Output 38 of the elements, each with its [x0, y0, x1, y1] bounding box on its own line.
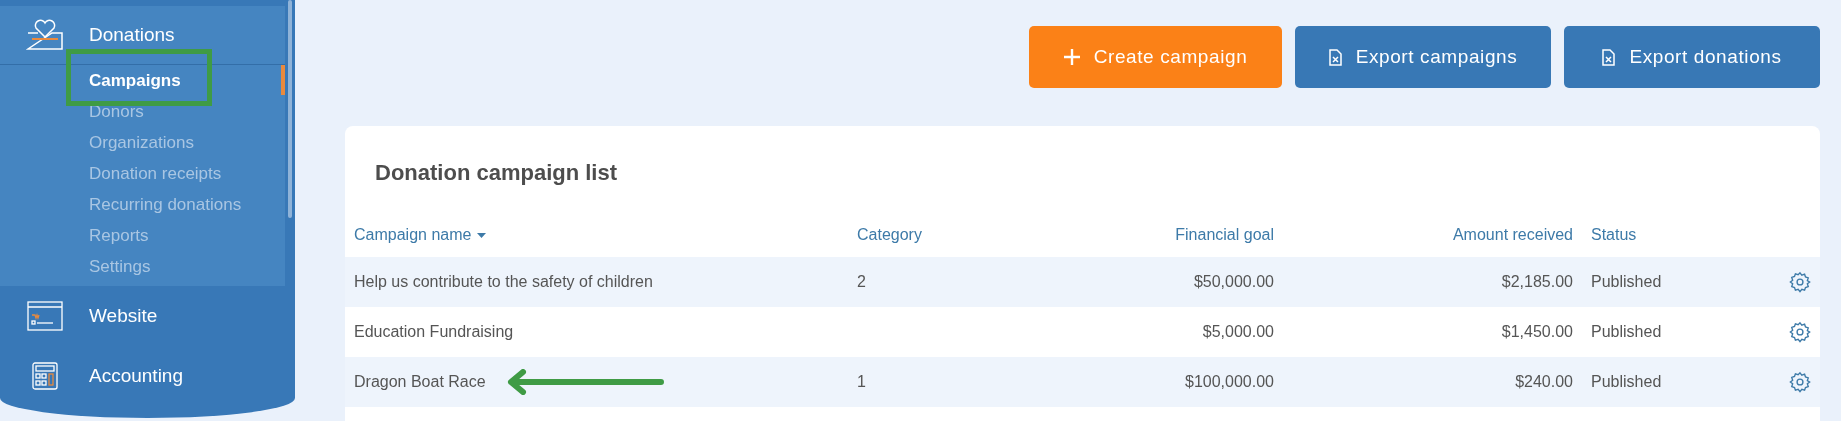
table-cell: $50,000.00 [1193, 273, 1274, 291]
sidebar-item[interactable]: Campaigns [89, 65, 181, 96]
settings-icon[interactable] [1789, 371, 1811, 393]
sidebar-section[interactable]: Website [89, 305, 158, 327]
table-cell: 1 [857, 373, 866, 391]
heart-box-icon [25, 19, 64, 51]
column-header[interactable]: Campaign name [354, 226, 487, 244]
table-title: Donation campaign list [374, 158, 619, 187]
column-header[interactable]: Financial goal [1175, 226, 1274, 244]
table-cell: $2,185.00 [1501, 273, 1573, 291]
column-header[interactable]: Amount received [1452, 226, 1573, 244]
export-button[interactable]: Export campaigns [1295, 26, 1551, 88]
table-cell: Help us contribute to the safety of children [354, 273, 653, 291]
sidebar-section[interactable]: Donations [89, 24, 175, 46]
table-cell: $100,000.00 [1185, 373, 1274, 391]
column-header[interactable]: Status [1591, 226, 1637, 244]
sort-caret-icon [477, 232, 487, 238]
column-header[interactable]: Category [857, 226, 922, 244]
spreadsheet-file-icon [1602, 48, 1616, 66]
sidebar-section[interactable]: Accounting [89, 365, 183, 387]
table-cell: Published [1591, 323, 1662, 341]
create-button[interactable]: Create campaign [1029, 26, 1282, 88]
settings-icon[interactable] [1789, 271, 1811, 293]
table-cell: Published [1591, 373, 1662, 391]
calculator-icon [31, 362, 58, 390]
browser-window-icon [26, 301, 63, 331]
table-cell: $5,000.00 [1202, 323, 1274, 341]
selected-indicator [281, 65, 285, 95]
table-cell: $1,450.00 [1501, 323, 1573, 341]
spreadsheet-file-icon [1328, 48, 1342, 66]
plus-icon [1063, 49, 1080, 65]
table-cell: Dragon Boat Race [354, 373, 486, 391]
table-cell: Education Fundraising [354, 323, 514, 341]
table-cell: Published [1591, 273, 1662, 291]
table-cell: $240.00 [1515, 373, 1573, 391]
settings-icon[interactable] [1789, 321, 1811, 343]
table-cell: 2 [857, 273, 866, 291]
export-button[interactable]: Export donations [1564, 26, 1820, 88]
